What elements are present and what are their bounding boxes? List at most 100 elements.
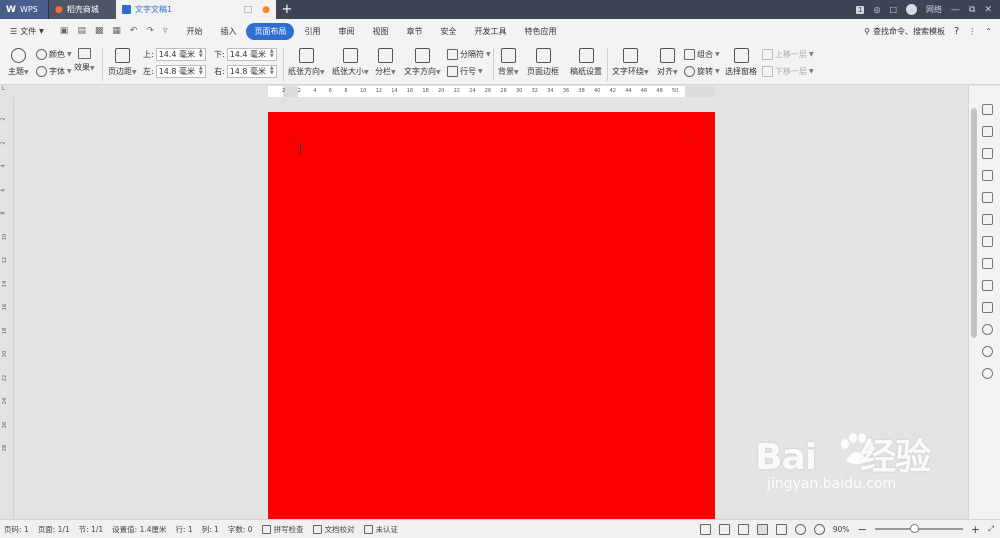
tab-security[interactable]: 安全 <box>432 23 464 40</box>
status-col[interactable]: 列: 1 <box>202 524 219 535</box>
spell-check-button[interactable]: 拼写检查 <box>261 524 304 535</box>
align-button[interactable]: 对齐▼ <box>657 48 678 77</box>
monitor-icon[interactable]: □ <box>244 5 253 15</box>
wrap-text-button[interactable]: 文字环绕▼ <box>612 48 649 77</box>
image-icon[interactable] <box>982 302 993 313</box>
tab-sections[interactable]: 章节 <box>398 23 430 40</box>
effects-button[interactable]: 效果▼ <box>74 48 95 73</box>
paper-size-icon <box>342 48 358 63</box>
document-page[interactable] <box>268 112 715 519</box>
star-icon[interactable] <box>982 214 993 225</box>
status-section[interactable]: 节: 1/1 <box>79 524 103 535</box>
send-backward-button[interactable]: 下移一层 ▼ <box>762 66 814 77</box>
share-icon[interactable] <box>982 236 993 247</box>
tab-document[interactable]: 文字文稿1 □ ● <box>116 0 276 19</box>
theme-button[interactable]: 主题▼ <box>8 48 29 77</box>
help-icon[interactable]: ? <box>954 26 959 37</box>
expand-icon[interactable]: ⤢ <box>988 524 994 534</box>
print-preview-icon[interactable]: ▦ <box>112 26 121 36</box>
text-direction-button[interactable]: 文字方向▼ <box>404 48 441 77</box>
web-view-icon[interactable] <box>794 523 806 535</box>
tab-special[interactable]: 特色应用 <box>516 23 564 40</box>
background-button[interactable]: 背景▼ <box>498 48 519 77</box>
vertical-scrollbar[interactable] <box>971 108 977 338</box>
status-page-number[interactable]: 页码: 1 <box>4 524 29 535</box>
unverified-button[interactable]: 未认证 <box>363 524 398 535</box>
horizontal-ruler[interactable] <box>268 86 715 97</box>
orientation-button[interactable]: 纸张方向▼ <box>288 48 325 77</box>
fullscreen-icon[interactable] <box>699 523 711 535</box>
tab-home[interactable]: 开始 <box>178 23 210 40</box>
margins-button[interactable]: 页边距▼ <box>108 48 137 77</box>
paper-size-button[interactable]: 纸张大小▼ <box>332 48 369 77</box>
line-numbers-button[interactable]: 行号 ▼ <box>447 66 483 77</box>
search-command[interactable]: ⚲ 查找命令、搜索模板 <box>864 26 945 37</box>
status-row[interactable]: 行: 1 <box>176 524 193 535</box>
status-word-count[interactable]: 字数: 0 <box>228 524 253 535</box>
selection-pane-button[interactable]: 选择窗格 <box>725 48 757 77</box>
save-icon[interactable]: ▣ <box>60 26 69 36</box>
outline-view-icon[interactable] <box>775 523 787 535</box>
margin-bottom-input[interactable]: 14.4 毫米 ▲ ▼ <box>226 48 277 61</box>
breaks-button[interactable]: 分隔符 ▼ <box>447 49 491 60</box>
edit-mode-icon[interactable] <box>737 523 749 535</box>
shapes-icon[interactable] <box>982 148 993 159</box>
margin-top-input[interactable]: 14.4 毫米 ▲ ▼ <box>155 48 206 61</box>
sliders-icon[interactable] <box>982 170 993 181</box>
restore-icon[interactable]: ⧉ <box>969 5 975 15</box>
pen-icon[interactable] <box>982 104 993 115</box>
page-border-button[interactable]: 页面边框 <box>527 48 559 77</box>
close-icon[interactable]: ✕ <box>984 5 992 15</box>
zoom-value[interactable]: 90% <box>833 525 850 534</box>
doc-proof-button[interactable]: 文档校对 <box>312 524 355 535</box>
zoom-slider-knob[interactable] <box>910 524 920 533</box>
collapse-ribbon-icon[interactable]: ⌃ <box>985 27 992 36</box>
shirt-icon[interactable]: □ <box>889 5 897 14</box>
print-icon[interactable]: ▩ <box>95 26 104 36</box>
tab-docer-store[interactable]: ● 稻壳商城 <box>48 0 116 19</box>
undo-icon[interactable]: ↶ <box>130 26 138 36</box>
tab-review[interactable]: 审阅 <box>330 23 362 40</box>
box-icon[interactable] <box>982 280 993 291</box>
tab-insert[interactable]: 插入 <box>212 23 244 40</box>
more-icon[interactable]: ⋮ <box>968 27 976 36</box>
page-view-icon[interactable] <box>756 523 768 535</box>
export-pdf-icon[interactable]: ▤ <box>77 26 86 36</box>
new-tab-button[interactable]: + <box>276 0 298 19</box>
avatar[interactable] <box>906 4 918 15</box>
customize-icon[interactable]: ▿ <box>163 26 168 36</box>
notification-badge[interactable]: 1 <box>856 5 865 14</box>
rotate-button[interactable]: 旋转 ▼ <box>684 66 720 77</box>
zoom-slider[interactable] <box>874 524 963 533</box>
zoom-in-icon[interactable]: + <box>971 523 980 536</box>
skin-icon[interactable]: ◎ <box>873 5 880 14</box>
tab-page-layout[interactable]: 页面布局 <box>246 22 295 40</box>
margin-right-input[interactable]: 14.8 毫米 ▲ ▼ <box>226 65 277 78</box>
eye-protection-icon[interactable] <box>813 523 825 535</box>
tab-references[interactable]: 引用 <box>296 23 328 40</box>
backup-icon[interactable] <box>982 324 993 335</box>
redo-icon[interactable]: ↷ <box>146 26 154 36</box>
manuscript-button[interactable]: 稿纸设置 <box>570 48 602 77</box>
help-circle-icon[interactable] <box>982 368 993 379</box>
font-theme-button[interactable]: 字体 ▼ <box>36 66 72 77</box>
status-pages[interactable]: 页面: 1/1 <box>38 524 70 535</box>
tab-developer[interactable]: 开发工具 <box>466 23 514 40</box>
bring-forward-button[interactable]: 上移一层 ▼ <box>762 49 814 60</box>
tab-view[interactable]: 视图 <box>364 23 396 40</box>
columns-button[interactable]: 分栏▼ <box>375 48 396 77</box>
history-icon[interactable] <box>982 346 993 357</box>
tab-wps[interactable]: W WPS <box>0 0 48 19</box>
reading-mode-icon[interactable] <box>718 523 730 535</box>
zoom-out-icon[interactable]: − <box>858 523 867 536</box>
user-name[interactable]: 网络 <box>926 4 942 15</box>
file-menu[interactable]: ☰ 文件 ▼ <box>4 26 50 37</box>
margin-left-input[interactable]: 14.8 毫米 ▲ ▼ <box>155 65 206 78</box>
status-position[interactable]: 设置值: 1.4厘米 <box>112 524 166 535</box>
document-search-icon[interactable] <box>982 192 993 203</box>
minimize-icon[interactable]: — <box>951 5 960 15</box>
colors-button[interactable]: 颜色 ▼ <box>36 49 72 60</box>
group-button[interactable]: 组合 ▼ <box>684 49 720 60</box>
cursor-icon[interactable] <box>982 126 993 137</box>
translate-icon[interactable] <box>982 258 993 269</box>
